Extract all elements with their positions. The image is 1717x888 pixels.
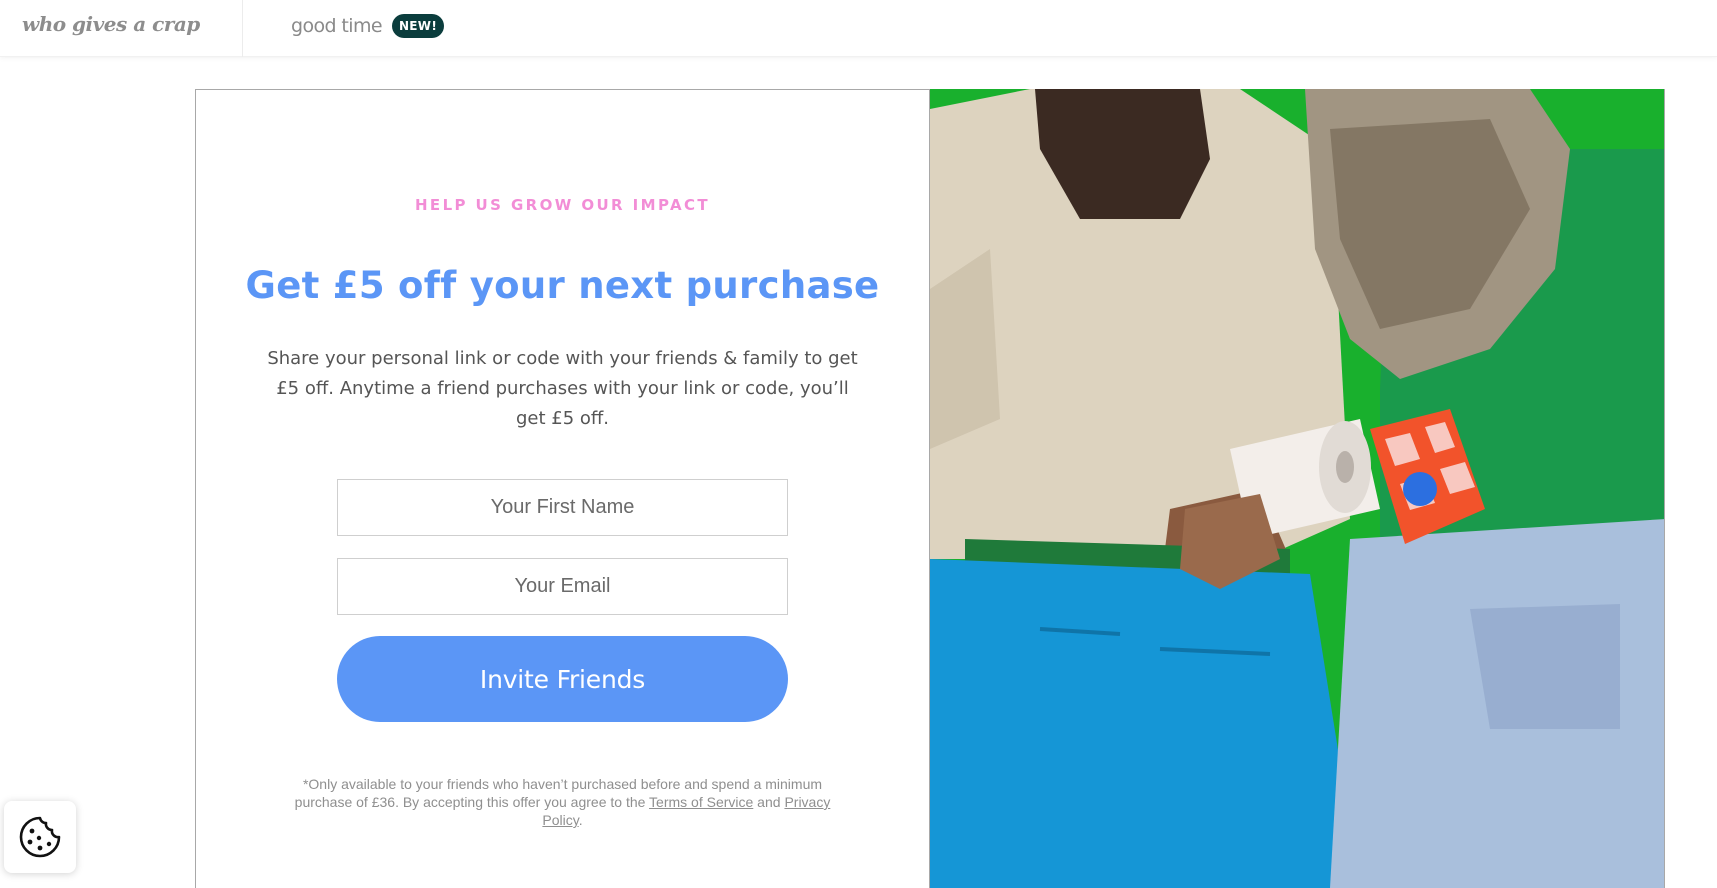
email-input[interactable]: [337, 558, 788, 615]
referral-description: Share your personal link or code with yo…: [267, 348, 858, 429]
hero-illustration: [930, 89, 1664, 888]
brand-logo-link[interactable]: who gives a crap: [22, 11, 242, 47]
referral-eyebrow: HELP US GROW OUR IMPACT: [414, 196, 711, 214]
good-time-tab-label: good time: [291, 15, 383, 37]
cookie-settings-button[interactable]: [4, 801, 76, 873]
header-divider: [242, 0, 243, 57]
cookie-icon: [19, 816, 61, 858]
referral-disclaimer: *Only available to your friends who have…: [276, 775, 849, 829]
terms-of-service-link[interactable]: Terms of Service: [649, 794, 753, 810]
good-time-tab-link[interactable]: good time NEW!: [291, 11, 445, 41]
disclaimer-and-text: and: [753, 794, 785, 810]
referral-card: HELP US GROW OUR IMPACT Get £5 off your …: [195, 89, 930, 888]
first-name-input[interactable]: [337, 479, 788, 536]
disclaimer-end-text: .: [578, 812, 583, 828]
invite-friends-button[interactable]: Invite Friends: [337, 636, 788, 722]
brand-logo-text: who gives a crap: [22, 12, 200, 36]
hero-photo: [930, 89, 1665, 888]
top-navigation-bar: who gives a crap good time NEW!: [0, 0, 1717, 57]
referral-headline: Get £5 off your next purchase: [245, 264, 880, 307]
new-badge: NEW!: [391, 14, 445, 38]
